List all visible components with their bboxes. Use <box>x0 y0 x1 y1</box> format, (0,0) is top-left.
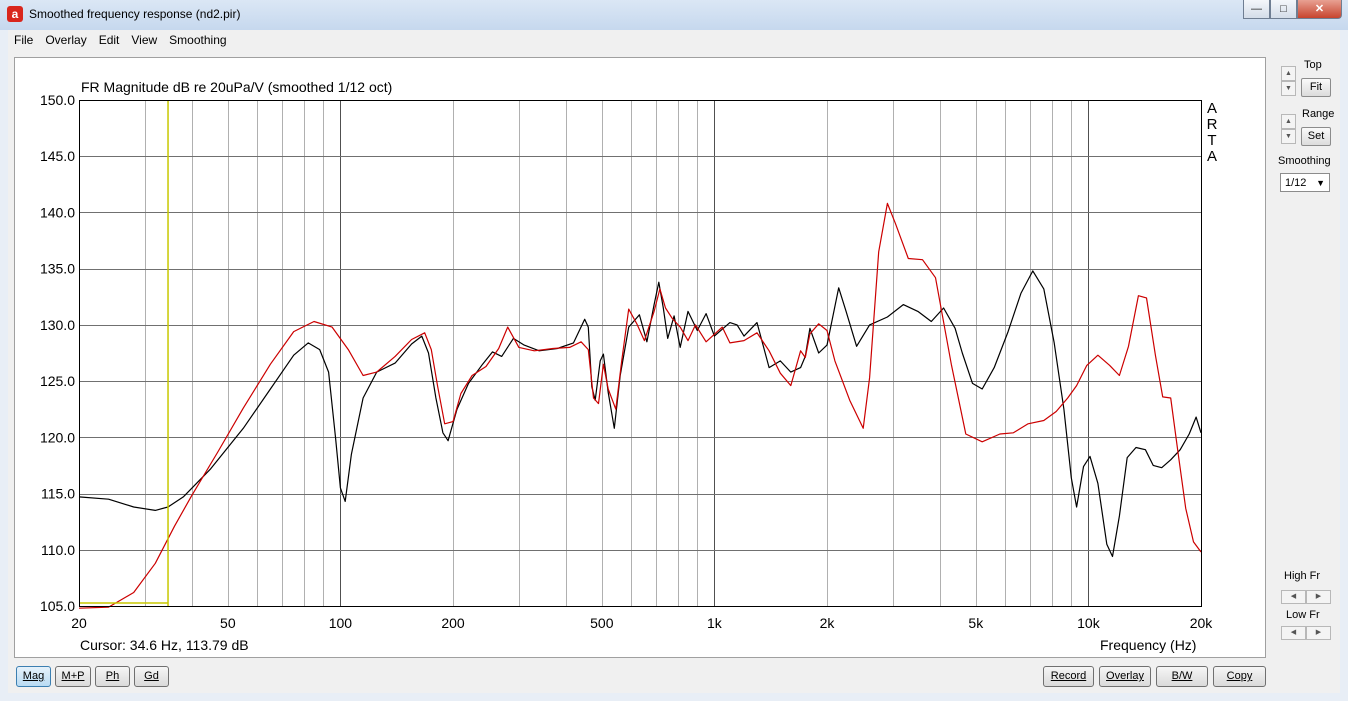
range-up-arrow-icon[interactable]: ▲ <box>1281 114 1296 129</box>
smoothing-select[interactable]: 1/12 ▼ <box>1280 173 1330 192</box>
cursor-readout: Cursor: 34.6 Hz, 113.79 dB <box>80 637 249 653</box>
y-tick-label: 135.0 <box>40 261 75 277</box>
watermark-letter: A <box>1206 100 1217 117</box>
ph-button[interactable]: Ph <box>95 666 130 687</box>
watermark-letter: A <box>1206 148 1217 165</box>
x-tick-label: 5k <box>968 615 984 631</box>
high-fr-right-arrow-icon[interactable]: ▶ <box>1306 590 1331 604</box>
mp-button[interactable]: M+P <box>55 666 91 687</box>
x-tick-label: 200 <box>441 615 465 631</box>
y-tick-label: 115.0 <box>41 486 75 502</box>
gd-button[interactable]: Gd <box>134 666 169 687</box>
watermark-letter: T <box>1207 132 1217 149</box>
smoothing-value: 1/12 <box>1285 177 1307 189</box>
mag-button[interactable]: Mag <box>16 666 51 687</box>
series-line-red <box>78 202 1202 609</box>
y-tick-label: 105.0 <box>40 598 75 614</box>
x-tick-label: 20 <box>71 615 87 631</box>
x-tick-label: 10k <box>1077 615 1101 631</box>
x-tick-label: 20k <box>1190 615 1214 631</box>
x-tick-label: 1k <box>707 615 723 631</box>
low-fr-arrows: ◀ ▶ <box>1281 626 1331 640</box>
series-line-black <box>78 270 1202 558</box>
fit-button[interactable]: Fit <box>1301 78 1331 97</box>
frequency-response-chart[interactable]: 150.0 145.0 140.0 135.0 130.0 125.0 120.0 115.0… <box>0 0 1348 701</box>
overlay-button[interactable]: Overlay <box>1099 666 1151 687</box>
y-tick-label: 120.0 <box>40 429 75 445</box>
high-fr-left-arrow-icon[interactable]: ◀ <box>1281 590 1306 604</box>
range-label: Range <box>1302 108 1335 120</box>
plot-area-border <box>79 100 1202 607</box>
low-fr-left-arrow-icon[interactable]: ◀ <box>1281 626 1306 640</box>
high-fr-label: High Fr <box>1284 570 1321 582</box>
high-fr-arrows: ◀ ▶ <box>1281 590 1331 604</box>
top-down-arrow-icon[interactable]: ▼ <box>1281 81 1296 96</box>
range-down-arrow-icon[interactable]: ▼ <box>1281 129 1296 144</box>
x-axis-label: Frequency (Hz) <box>1100 637 1197 653</box>
y-tick-label: 125.0 <box>40 373 75 389</box>
top-label: Top <box>1304 59 1322 71</box>
smoothing-label: Smoothing <box>1278 155 1331 167</box>
low-fr-right-arrow-icon[interactable]: ▶ <box>1306 626 1331 640</box>
y-tick-label: 130.0 <box>40 317 75 333</box>
x-tick-label: 2k <box>820 615 836 631</box>
y-tick-label: 145.0 <box>40 148 75 164</box>
y-tick-label: 110.0 <box>41 542 75 558</box>
low-fr-label: Low Fr <box>1286 609 1320 621</box>
record-button[interactable]: Record <box>1043 666 1094 687</box>
bw-button[interactable]: B/W <box>1156 666 1208 687</box>
y-tick-label: 140.0 <box>40 204 75 220</box>
arta-watermark: A R T A <box>1205 101 1219 165</box>
copy-button[interactable]: Copy <box>1213 666 1266 687</box>
x-tick-label: 100 <box>329 615 353 631</box>
y-tick-label: 150.0 <box>40 92 75 108</box>
x-tick-label: 50 <box>220 615 236 631</box>
top-up-arrow-icon[interactable]: ▲ <box>1281 66 1296 81</box>
watermark-letter: R <box>1206 116 1218 133</box>
x-tick-label: 500 <box>590 615 614 631</box>
chevron-down-icon: ▼ <box>1316 178 1325 188</box>
set-button[interactable]: Set <box>1301 127 1331 146</box>
